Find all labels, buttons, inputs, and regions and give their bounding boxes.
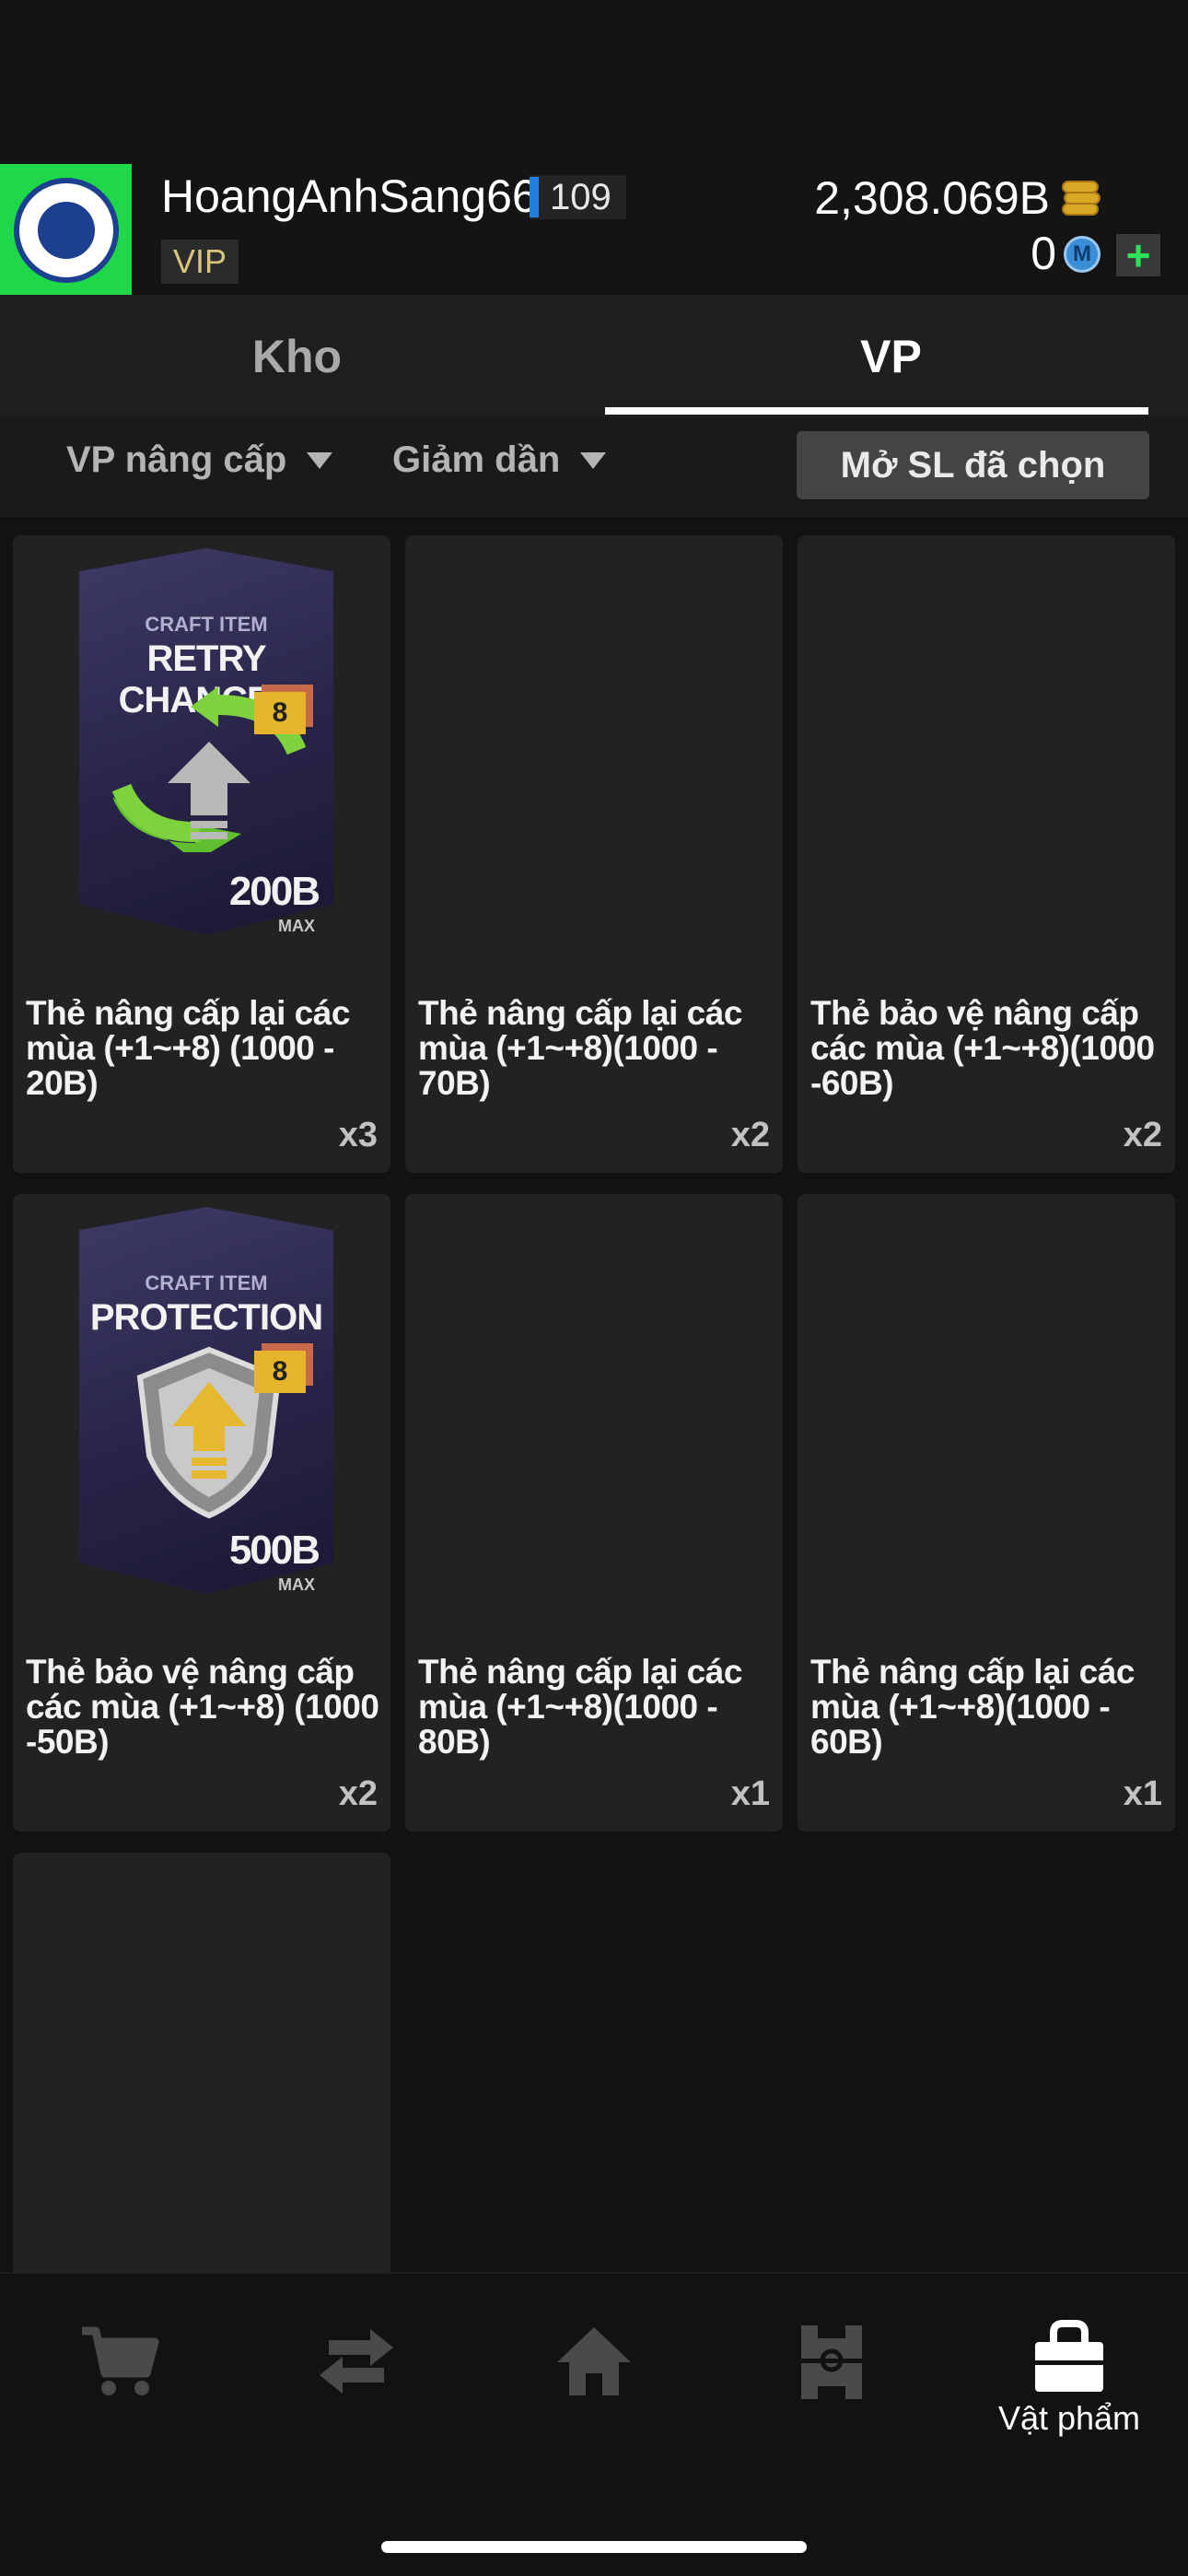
- item-quantity: x1: [1123, 1774, 1162, 1813]
- craft-item-label: CRAFT ITEM: [145, 613, 268, 636]
- m-point-icon: M: [1064, 236, 1101, 273]
- tab-kho[interactable]: Kho: [0, 295, 594, 417]
- item-quantity: x3: [338, 1116, 378, 1154]
- retry-chances-card-art: CRAFT ITEM RETRY CHANCES 8 200B MAX: [66, 548, 343, 944]
- coin-icon: [1062, 181, 1102, 217]
- item-name: Thẻ bảo vệ nâng cấp các mùa (+1~+8) (100…: [26, 1653, 379, 1761]
- item-grid: CRAFT ITEM RETRY CHANCES 8 200B MAX Thẻ …: [0, 517, 1188, 2272]
- sort-type-label: VP nâng cấp: [66, 439, 287, 480]
- card-art-max: MAX: [278, 1575, 315, 1594]
- tab-bar: Kho VP: [0, 295, 1188, 417]
- squad-field-icon: [801, 2325, 862, 2399]
- caret-down-icon: [580, 451, 607, 469]
- item-name: Thẻ bảo vệ nâng cấp các mùa (+1~+8)(1000…: [810, 994, 1155, 1102]
- active-tab-indicator: [605, 407, 1148, 415]
- item-name: Thẻ nâng cấp lại các mùa (+1~+8)(1000 - …: [810, 1653, 1135, 1761]
- card-art-price: 200B: [228, 869, 320, 914]
- club-crest-icon: [13, 177, 119, 283]
- nav-items[interactable]: Vật phẩm: [950, 2320, 1188, 2467]
- item-card[interactable]: CRAFT ITEM RETRY CHANCES 8 200B MAX Thẻ …: [13, 535, 390, 1173]
- nav-shop[interactable]: [0, 2320, 238, 2467]
- item-name: Thẻ nâng cấp lại các mùa (+1~+8)(1000 - …: [418, 1653, 742, 1761]
- item-name: Thẻ nâng cấp lại các mùa (+1~+8) (1000 -…: [26, 994, 350, 1102]
- bottom-navigation: Vật phẩm: [0, 2272, 1188, 2576]
- tab-vp[interactable]: VP: [594, 295, 1188, 417]
- filter-bar: VP nâng cấp Giảm dần Mở SL đã chọn: [0, 417, 1188, 517]
- home-indicator[interactable]: [381, 2541, 807, 2553]
- item-card[interactable]: Thẻ nâng cấp lại các mùa (+1~+8)(1000 - …: [798, 1194, 1175, 1832]
- nav-items-label: Vật phẩm: [997, 2399, 1141, 2437]
- item-name: Thẻ nâng cấp lại các mùa (+1~+8)(1000 - …: [418, 994, 742, 1102]
- level-badge: 109: [530, 175, 626, 219]
- profile-header: HoangAnhSang66 109 VIP 2,308.069B 0 M +: [0, 157, 1188, 296]
- sort-type-dropdown[interactable]: VP nâng cấp: [66, 439, 333, 481]
- item-quantity: x2: [1123, 1116, 1162, 1154]
- coin-balance: 2,308.069B: [814, 172, 1050, 224]
- card-art-price: 500B: [228, 1528, 320, 1573]
- bag-icon: [1035, 2320, 1103, 2392]
- home-icon: [557, 2327, 631, 2395]
- item-quantity: x2: [338, 1774, 378, 1813]
- username: HoangAnhSang66: [161, 170, 538, 222]
- level-value: 109: [550, 176, 611, 217]
- protection-card-art: CRAFT ITEM PROTECTION 8 500B MAX: [66, 1207, 343, 1603]
- nav-home[interactable]: [475, 2320, 713, 2467]
- item-quantity: x1: [730, 1774, 770, 1813]
- add-currency-button[interactable]: +: [1116, 234, 1160, 276]
- item-card[interactable]: Thẻ bảo vệ nâng cấp các mùa (+1~+8)(1000…: [798, 535, 1175, 1173]
- m-point-count: 0: [1031, 228, 1056, 279]
- transfer-icon: [320, 2329, 393, 2394]
- sort-order-dropdown[interactable]: Giảm dần: [392, 439, 607, 481]
- item-card[interactable]: Thẻ nâng cấp lại các mùa (+1~+8)(1000 - …: [405, 535, 783, 1173]
- caret-down-icon: [307, 451, 333, 469]
- sort-order-label: Giảm dần: [392, 439, 561, 480]
- vip-badge[interactable]: VIP: [161, 240, 239, 284]
- level-bar: [530, 177, 539, 217]
- club-logo[interactable]: [0, 164, 132, 296]
- item-card[interactable]: Thẻ nâng cấp lại các mùa (+1~+8)(1000 - …: [405, 1194, 783, 1832]
- craft-item-label: CRAFT ITEM: [145, 1271, 268, 1294]
- nav-transfer[interactable]: [238, 2320, 475, 2467]
- cart-icon: [82, 2326, 159, 2395]
- item-quantity: x2: [730, 1116, 770, 1154]
- item-card[interactable]: CRAFT ITEM PROTECTION 8 500B MAX Thẻ bảo…: [13, 1194, 390, 1832]
- level-8-badge: 8: [254, 692, 306, 734]
- card-art-title: PROTECTION: [89, 1297, 323, 1338]
- open-selected-button[interactable]: Mở SL đã chọn: [797, 431, 1149, 499]
- item-card[interactable]: [13, 1853, 390, 2272]
- nav-squad[interactable]: [713, 2320, 950, 2467]
- card-art-max: MAX: [278, 917, 315, 935]
- level-8-badge: 8: [254, 1351, 306, 1393]
